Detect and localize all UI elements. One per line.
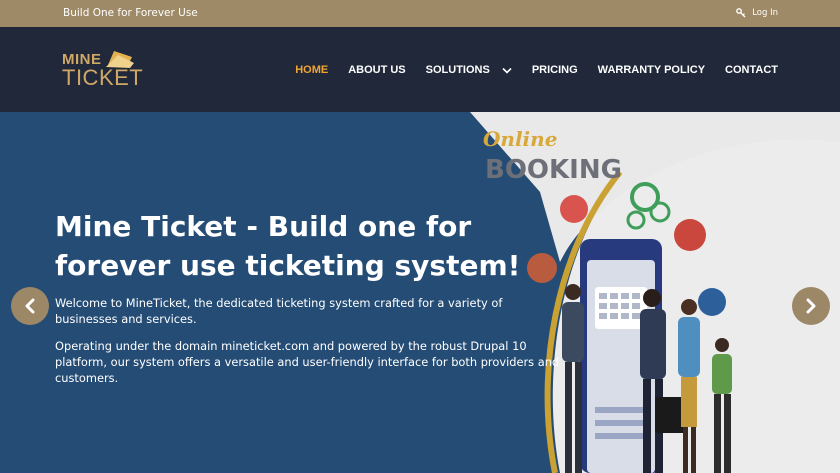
key-icon [736,8,746,18]
login-link[interactable]: Log In [736,8,778,18]
nav-solutions-label: SOLUTIONS [425,64,490,76]
top-bar-tagline: Build One for Forever Use [63,7,198,19]
nav-about-us-label: ABOUT US [348,64,406,76]
nav-solutions[interactable]: SOLUTIONS [426,64,512,76]
online-booking-illustration: Online BOOKING [470,112,840,473]
nav-pricing-label: PRICING [531,64,578,76]
nav-pricing[interactable]: PRICING [532,64,578,76]
illustration-script-text: Online [483,127,557,151]
ticket-icon [106,51,134,68]
hero-title: Mine Ticket - Build one for forever use … [55,210,521,282]
hero-slider: Online BOOKING Mine Ticket - Build one f… [0,112,840,473]
site-logo[interactable]: MINE TICKET [62,51,143,91]
nav-contact[interactable]: CONTACT [725,64,778,76]
site-header: MINE TICKET HOME ABOUT US SOLUTIONS PRIC… [0,27,840,112]
nav-about-us[interactable]: ABOUT US [348,64,405,76]
slider-prev-button[interactable] [11,287,49,325]
chevron-left-icon [25,298,35,314]
chevron-down-icon[interactable] [502,67,512,74]
slider-next-button[interactable] [792,287,830,325]
nav-home[interactable]: HOME [295,64,328,76]
chevron-right-icon [806,298,816,314]
hero-paragraph-1: Welcome to MineTicket, the dedicated tic… [55,296,503,326]
hero-paragraph-2: Operating under the domain mineticket.co… [55,339,560,385]
nav-warranty-policy-label: WARRANTY POLICY [597,64,706,76]
top-bar: Build One for Forever Use Log In [0,0,840,27]
nav-home-label: HOME [295,64,329,76]
nav-warranty-policy[interactable]: WARRANTY POLICY [598,64,705,76]
login-label: Log In [752,8,778,18]
main-nav: HOME ABOUT US SOLUTIONS PRICING WARRANTY… [295,64,778,76]
nav-contact-label: CONTACT [725,64,778,76]
illustration-word-text: BOOKING [485,155,622,185]
